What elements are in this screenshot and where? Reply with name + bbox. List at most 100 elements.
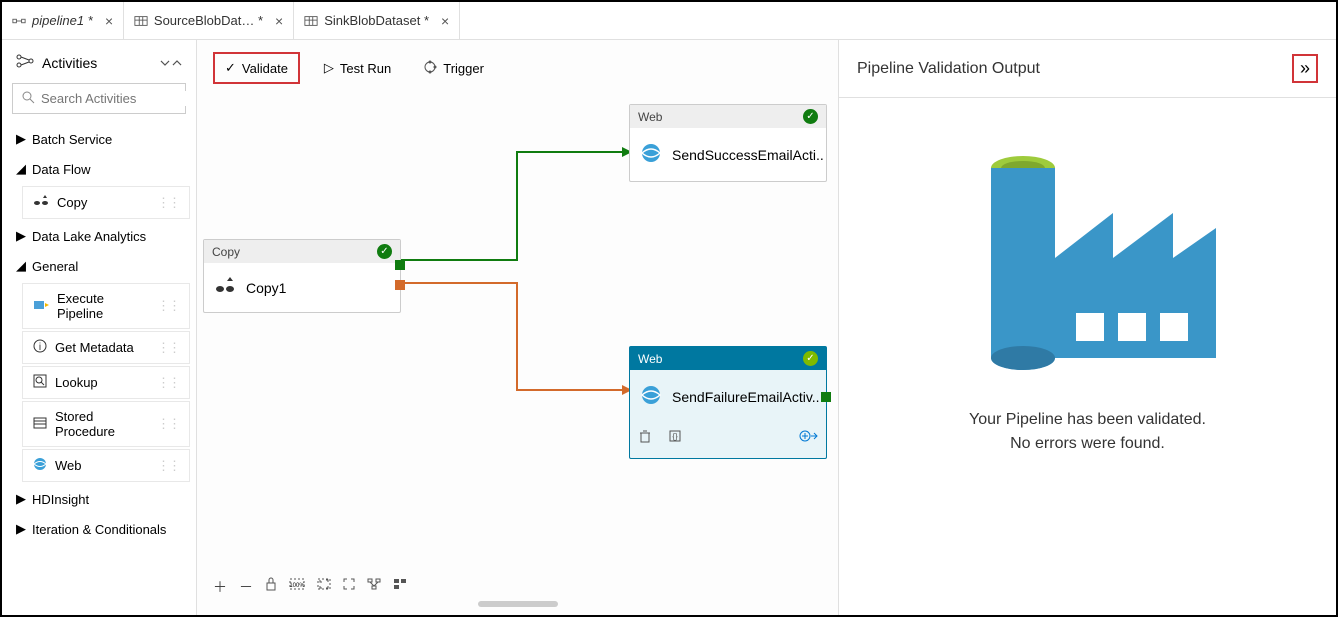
grip-icon: ⋮⋮ bbox=[157, 375, 179, 391]
close-icon[interactable]: × bbox=[441, 13, 449, 29]
trigger-label: Trigger bbox=[443, 61, 484, 76]
trigger-icon bbox=[423, 60, 437, 77]
tab-label: SinkBlobDataset * bbox=[324, 13, 429, 28]
svg-text:{}: {} bbox=[672, 432, 678, 441]
validate-button[interactable]: ✓ Validate bbox=[213, 52, 300, 84]
activity-web[interactable]: Web ⋮⋮ bbox=[22, 449, 190, 482]
group-label: Data Flow bbox=[32, 162, 91, 177]
expand-collapse-icons[interactable] bbox=[160, 58, 182, 68]
trigger-button[interactable]: Trigger bbox=[415, 56, 492, 81]
validation-message-2: No errors were found. bbox=[969, 432, 1206, 456]
node-header: Web ✓ bbox=[630, 347, 826, 370]
chevron-right-icon: ▶ bbox=[16, 228, 26, 244]
tab-sink-dataset[interactable]: SinkBlobDataset * × bbox=[294, 2, 460, 39]
canvas-toolbar: ✓ Validate ▷ Test Run Trigger bbox=[197, 40, 838, 96]
node-header: Web ✓ bbox=[630, 105, 826, 128]
activity-lookup[interactable]: Lookup ⋮⋮ bbox=[22, 366, 190, 399]
search-activities[interactable] bbox=[12, 83, 186, 114]
group-batch-service[interactable]: ▶ Batch Service bbox=[8, 124, 190, 154]
fullscreen-icon[interactable] bbox=[343, 577, 355, 597]
activity-label: Get Metadata bbox=[55, 340, 134, 355]
grip-icon: ⋮⋮ bbox=[157, 195, 179, 211]
pipeline-icon bbox=[12, 14, 26, 28]
group-hdinsight[interactable]: ▶HDInsight bbox=[8, 484, 190, 514]
group-data-flow[interactable]: ◢ Data Flow bbox=[8, 154, 190, 184]
web-icon bbox=[640, 384, 662, 409]
search-input[interactable] bbox=[41, 91, 197, 106]
zoom-in-icon[interactable]: ＋ bbox=[213, 577, 227, 597]
tab-pipeline1[interactable]: pipeline1 * × bbox=[2, 2, 124, 39]
status-ok-icon: ✓ bbox=[803, 109, 818, 124]
tab-label: pipeline1 * bbox=[32, 13, 93, 28]
check-icon: ✓ bbox=[225, 60, 236, 76]
collapse-panel-button[interactable]: » bbox=[1292, 54, 1318, 83]
fit-icon[interactable] bbox=[317, 577, 331, 597]
lock-icon[interactable] bbox=[265, 577, 277, 597]
activity-stored-procedure[interactable]: Stored Procedure ⋮⋮ bbox=[22, 401, 190, 447]
zoom-100-icon[interactable]: 100% bbox=[289, 577, 305, 597]
node-actions: {} bbox=[630, 423, 826, 458]
activities-icon bbox=[16, 54, 34, 71]
delete-icon[interactable] bbox=[638, 429, 652, 448]
activity-label: Copy bbox=[57, 195, 87, 210]
grip-icon: ⋮⋮ bbox=[157, 458, 179, 474]
sp-icon bbox=[33, 416, 47, 433]
pipeline-canvas[interactable]: ✓ Validate ▷ Test Run Trigger Copy ✓ bbox=[197, 40, 838, 615]
success-port[interactable] bbox=[395, 260, 405, 270]
chevron-right-icon: ▶ bbox=[16, 491, 26, 507]
svg-text:100%: 100% bbox=[289, 583, 305, 589]
activity-copy[interactable]: Copy ⋮⋮ bbox=[22, 186, 190, 219]
validation-panel: Pipeline Validation Output » Your Pipeli… bbox=[838, 40, 1336, 615]
group-general[interactable]: ◢ General bbox=[8, 251, 190, 281]
status-ok-icon: ✓ bbox=[803, 351, 818, 366]
grip-icon: ⋮⋮ bbox=[157, 298, 179, 314]
lookup-icon bbox=[33, 374, 47, 391]
copy-icon bbox=[214, 277, 236, 298]
node-name: SendFailureEmailActiv.. bbox=[672, 389, 820, 405]
group-label: General bbox=[32, 259, 78, 274]
node-header: Copy ✓ bbox=[204, 240, 400, 263]
node-success-email[interactable]: Web ✓ SendSuccessEmailActi.. bbox=[629, 104, 827, 182]
dataset-icon bbox=[304, 14, 318, 28]
tab-bar: pipeline1 * × SourceBlobDat… * × SinkBlo… bbox=[2, 2, 1336, 40]
exec-pipeline-icon bbox=[33, 298, 49, 315]
activity-label: Stored Procedure bbox=[55, 409, 149, 439]
failure-port[interactable] bbox=[395, 280, 405, 290]
node-type: Copy bbox=[212, 245, 240, 259]
chevron-right-icon: ▶ bbox=[16, 521, 26, 537]
copy-icon bbox=[33, 194, 49, 211]
code-icon[interactable]: {} bbox=[668, 429, 682, 448]
node-failure-email[interactable]: Web ✓ SendFailureEmailActiv.. {} bbox=[629, 346, 827, 459]
minimap-icon[interactable] bbox=[393, 577, 407, 597]
success-port[interactable] bbox=[821, 392, 831, 402]
search-icon bbox=[21, 90, 35, 107]
grip-icon: ⋮⋮ bbox=[157, 416, 179, 432]
group-data-lake[interactable]: ▶ Data Lake Analytics bbox=[8, 221, 190, 251]
test-run-button[interactable]: ▷ Test Run bbox=[316, 56, 399, 80]
close-icon[interactable]: × bbox=[275, 13, 283, 29]
add-output-icon[interactable] bbox=[798, 429, 818, 448]
node-copy[interactable]: Copy ✓ Copy1 bbox=[203, 239, 401, 313]
group-label: Data Lake Analytics bbox=[32, 229, 146, 244]
activity-label: Web bbox=[55, 458, 82, 473]
chevron-right-icon: ▶ bbox=[16, 131, 26, 147]
close-icon[interactable]: × bbox=[105, 13, 113, 29]
dataset-icon bbox=[134, 14, 148, 28]
chevron-down-icon: ◢ bbox=[16, 258, 26, 274]
chevron-down-icon: ◢ bbox=[16, 161, 26, 177]
activity-label: Lookup bbox=[55, 375, 98, 390]
svg-text:i: i bbox=[39, 342, 41, 353]
tab-source-dataset[interactable]: SourceBlobDat… * × bbox=[124, 2, 294, 39]
group-iteration[interactable]: ▶ Iteration & Conditionals bbox=[8, 514, 190, 544]
horizontal-scrollbar[interactable] bbox=[478, 601, 558, 607]
zoom-out-icon[interactable]: － bbox=[239, 577, 253, 597]
activities-sidebar: Activities ▶Batch Service ◢Data Flow Cop… bbox=[2, 40, 197, 615]
autolayout-icon[interactable] bbox=[367, 577, 381, 597]
validate-label: Validate bbox=[242, 61, 288, 76]
activity-label: Execute Pipeline bbox=[57, 291, 149, 321]
activity-execute-pipeline[interactable]: Execute Pipeline ⋮⋮ bbox=[22, 283, 190, 329]
group-label: Iteration & Conditionals bbox=[32, 522, 166, 537]
play-icon: ▷ bbox=[324, 60, 334, 76]
group-label: Batch Service bbox=[32, 132, 112, 147]
activity-get-metadata[interactable]: i Get Metadata⋮⋮ bbox=[22, 331, 190, 364]
